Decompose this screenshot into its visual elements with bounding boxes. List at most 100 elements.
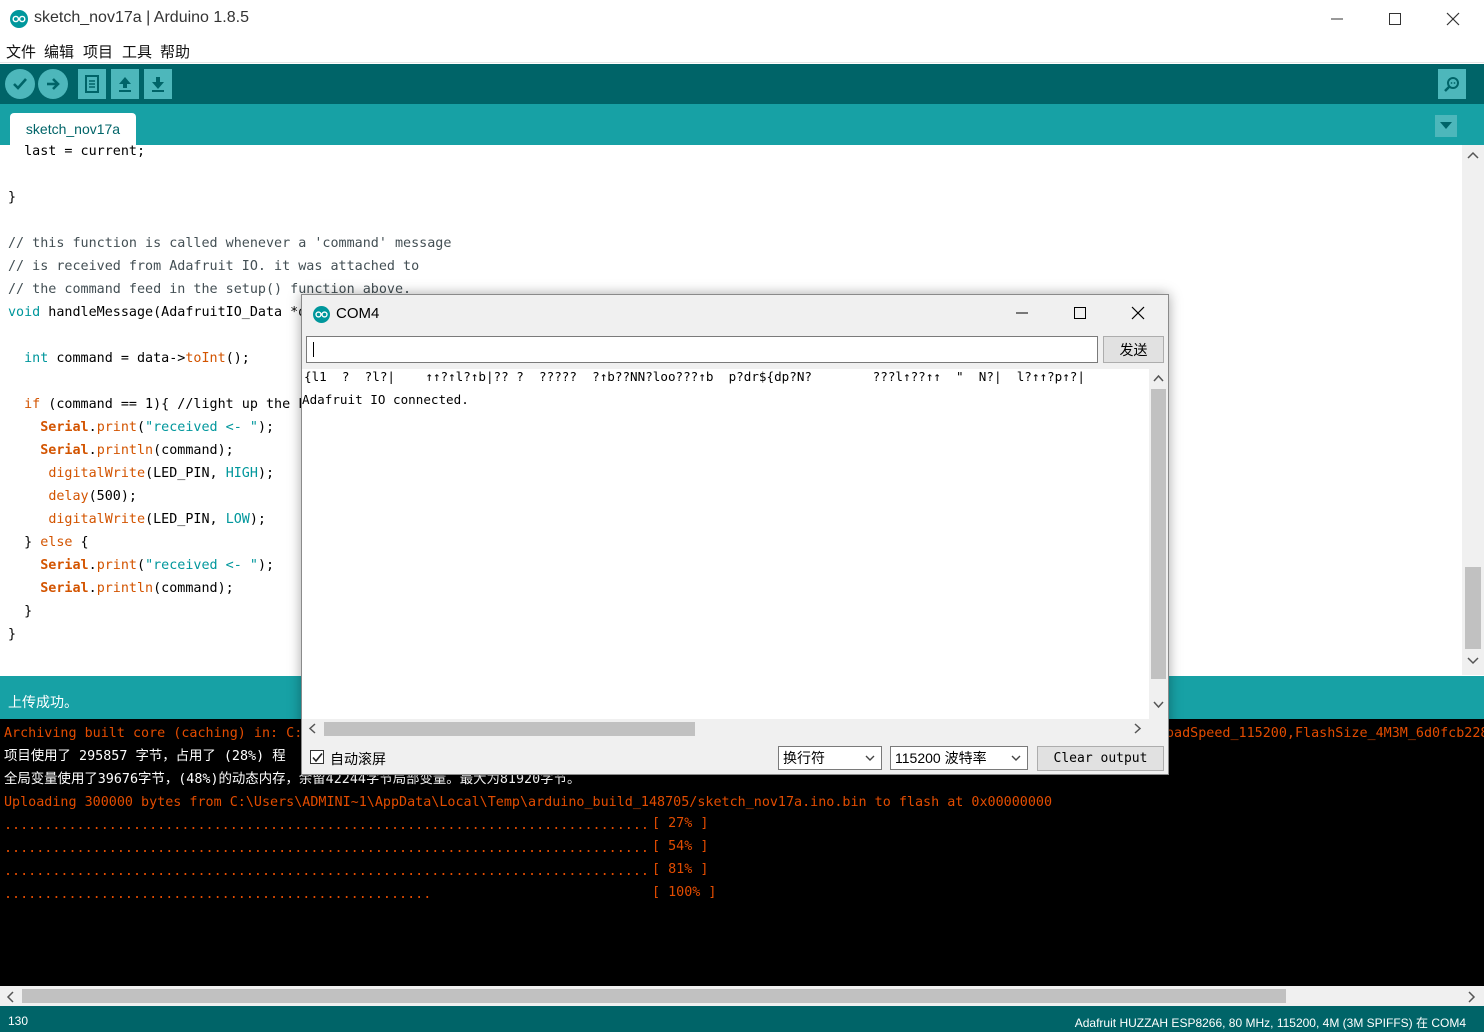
- code-token: Serial: [40, 420, 89, 435]
- arrow-down-icon: [152, 77, 164, 92]
- upload-button[interactable]: [38, 69, 68, 99]
- console-scroll-thumb[interactable]: [22, 989, 1286, 1003]
- console-line: Archiving built core (caching) in: C:: [4, 726, 303, 741]
- code-token: if: [24, 397, 41, 412]
- chevron-right-icon: [1468, 991, 1476, 1003]
- tabs-bar: sketch_nov17a: [0, 104, 1484, 145]
- close-icon: [1446, 12, 1460, 26]
- close-icon: [1131, 306, 1145, 320]
- code-line: Serial.println(command);: [40, 581, 234, 596]
- baud-rate-select[interactable]: 115200 波特率: [890, 746, 1028, 770]
- chevron-down-icon: [1011, 755, 1021, 761]
- minimize-button[interactable]: [1308, 0, 1366, 38]
- progress-dots: ........................................…: [4, 864, 649, 879]
- progress-percent: [ 54% ]: [652, 839, 709, 854]
- console-line: 项目使用了 295857 字节，占用了 (28%) 程: [4, 749, 286, 764]
- close-button[interactable]: [1424, 0, 1482, 38]
- code-line: void handleMessage(AdafruitIO_Data *d: [8, 305, 307, 320]
- progress-percent: [ 100% ]: [652, 885, 717, 900]
- clear-output-button[interactable]: Clear output: [1037, 746, 1164, 771]
- progress-percent: [ 81% ]: [652, 862, 709, 877]
- chevron-right-icon: [1134, 723, 1142, 734]
- arrow-up-icon: [119, 77, 131, 92]
- maximize-button[interactable]: [1366, 0, 1424, 38]
- maximize-icon: [1389, 13, 1401, 25]
- console-line: Uploading 300000 bytes from C:\Users\ADM…: [4, 795, 1053, 810]
- code-line: // this function is called whenever a 'c…: [8, 236, 452, 251]
- code-token: int: [24, 351, 49, 366]
- chevron-down-icon: [1467, 657, 1479, 665]
- menu-bar: 文件 编辑 项目 工具 帮助: [0, 38, 1484, 63]
- chevron-up-icon: [1153, 374, 1164, 382]
- code-token: LOW: [225, 512, 250, 527]
- serial-monitor-button[interactable]: [1438, 69, 1466, 99]
- code-token: print: [96, 420, 137, 435]
- open-button[interactable]: [111, 69, 139, 99]
- progress-percent: [ 27% ]: [652, 816, 709, 831]
- code-token: toInt: [185, 351, 226, 366]
- menu-help[interactable]: 帮助: [160, 41, 190, 62]
- chevron-up-icon: [1467, 151, 1479, 159]
- baud-rate-value: 115200 波特率: [895, 750, 987, 766]
- board-info: Adafruit HUZZAH ESP8266, 80 MHz, 115200,…: [1074, 1016, 1466, 1030]
- code-token: Serial: [40, 581, 89, 596]
- code-token: "received <- ": [145, 420, 258, 435]
- line-ending-select[interactable]: 换行符: [778, 746, 882, 770]
- magnifier-icon: [1444, 77, 1459, 92]
- tab-sketch[interactable]: sketch_nov17a: [10, 113, 136, 145]
- autoscroll-checkbox[interactable]: [310, 750, 324, 764]
- code-line: Serial.println(command);: [40, 443, 234, 458]
- serial-output-line: {l1 ? ?l?| ↑↑?↑l?↑b|?? ? ????? ?↑b??NN?l…: [304, 369, 1085, 384]
- menu-file[interactable]: 文件: [6, 41, 36, 62]
- new-button[interactable]: [78, 69, 106, 99]
- send-button[interactable]: 发送: [1103, 336, 1164, 363]
- save-button[interactable]: [144, 69, 172, 99]
- arduino-logo-icon: [10, 10, 28, 28]
- serial-hscroll-thumb[interactable]: [324, 722, 695, 736]
- verify-button[interactable]: [5, 69, 35, 99]
- code-token: Serial: [40, 443, 89, 458]
- serial-maximize-button[interactable]: [1051, 295, 1109, 331]
- line-number: 130: [8, 1014, 29, 1028]
- code-line: if (command == 1){ //light up the L: [24, 397, 307, 412]
- code-token: digitalWrite: [48, 512, 146, 527]
- progress-dots: ........................................…: [4, 887, 432, 902]
- chevron-down-icon: [1153, 701, 1164, 709]
- text-caret: [313, 342, 314, 357]
- code-line: } else {: [8, 535, 89, 550]
- code-token: void: [8, 305, 41, 320]
- checkmark-icon: [13, 78, 27, 90]
- editor-scroll-thumb[interactable]: [1465, 567, 1481, 649]
- serial-output[interactable]: {l1 ? ?l?| ↑↑?↑l?↑b|?? ? ????? ?↑b??NN?l…: [302, 369, 1149, 719]
- code-token: println: [96, 581, 154, 596]
- maximize-icon: [1074, 307, 1086, 319]
- triangle-down-icon: [1440, 122, 1452, 129]
- code-line: last = current;: [8, 145, 146, 159]
- line-ending-value: 换行符: [783, 750, 825, 766]
- chevron-left-icon: [6, 991, 14, 1003]
- tab-menu-button[interactable]: [1435, 115, 1457, 137]
- code-line: // is received from Adafruit IO. it was …: [8, 259, 420, 274]
- code-token: print: [96, 558, 137, 573]
- serial-minimize-button[interactable]: [993, 295, 1051, 331]
- serial-scroll-thumb[interactable]: [1151, 389, 1166, 679]
- code-line: }: [8, 604, 33, 619]
- new-file-icon: [85, 75, 99, 93]
- serial-send-input[interactable]: [306, 336, 1098, 363]
- menu-tools[interactable]: 工具: [122, 41, 152, 62]
- progress-dots: ........................................…: [4, 818, 649, 833]
- serial-close-button[interactable]: [1109, 295, 1167, 331]
- code-line: digitalWrite(LED_PIN, LOW);: [48, 512, 266, 527]
- menu-sketch[interactable]: 项目: [83, 41, 113, 62]
- chevron-left-icon: [308, 723, 316, 734]
- title-bar: sketch_nov17a | Arduino 1.8.5: [0, 0, 1484, 38]
- arduino-logo-icon: [313, 306, 330, 323]
- code-line: }: [8, 190, 17, 205]
- menu-edit[interactable]: 编辑: [44, 41, 74, 62]
- bottom-status-bar: 130 Adafruit HUZZAH ESP8266, 80 MHz, 115…: [0, 1006, 1484, 1032]
- code-line: }: [8, 627, 17, 642]
- checkmark-icon: [311, 752, 323, 762]
- serial-monitor-title: COM4: [336, 305, 380, 322]
- console-line: oadSpeed_115200,FlashSize_4M3M_6d0fcb228: [1166, 726, 1484, 741]
- status-message: 上传成功。: [8, 694, 78, 710]
